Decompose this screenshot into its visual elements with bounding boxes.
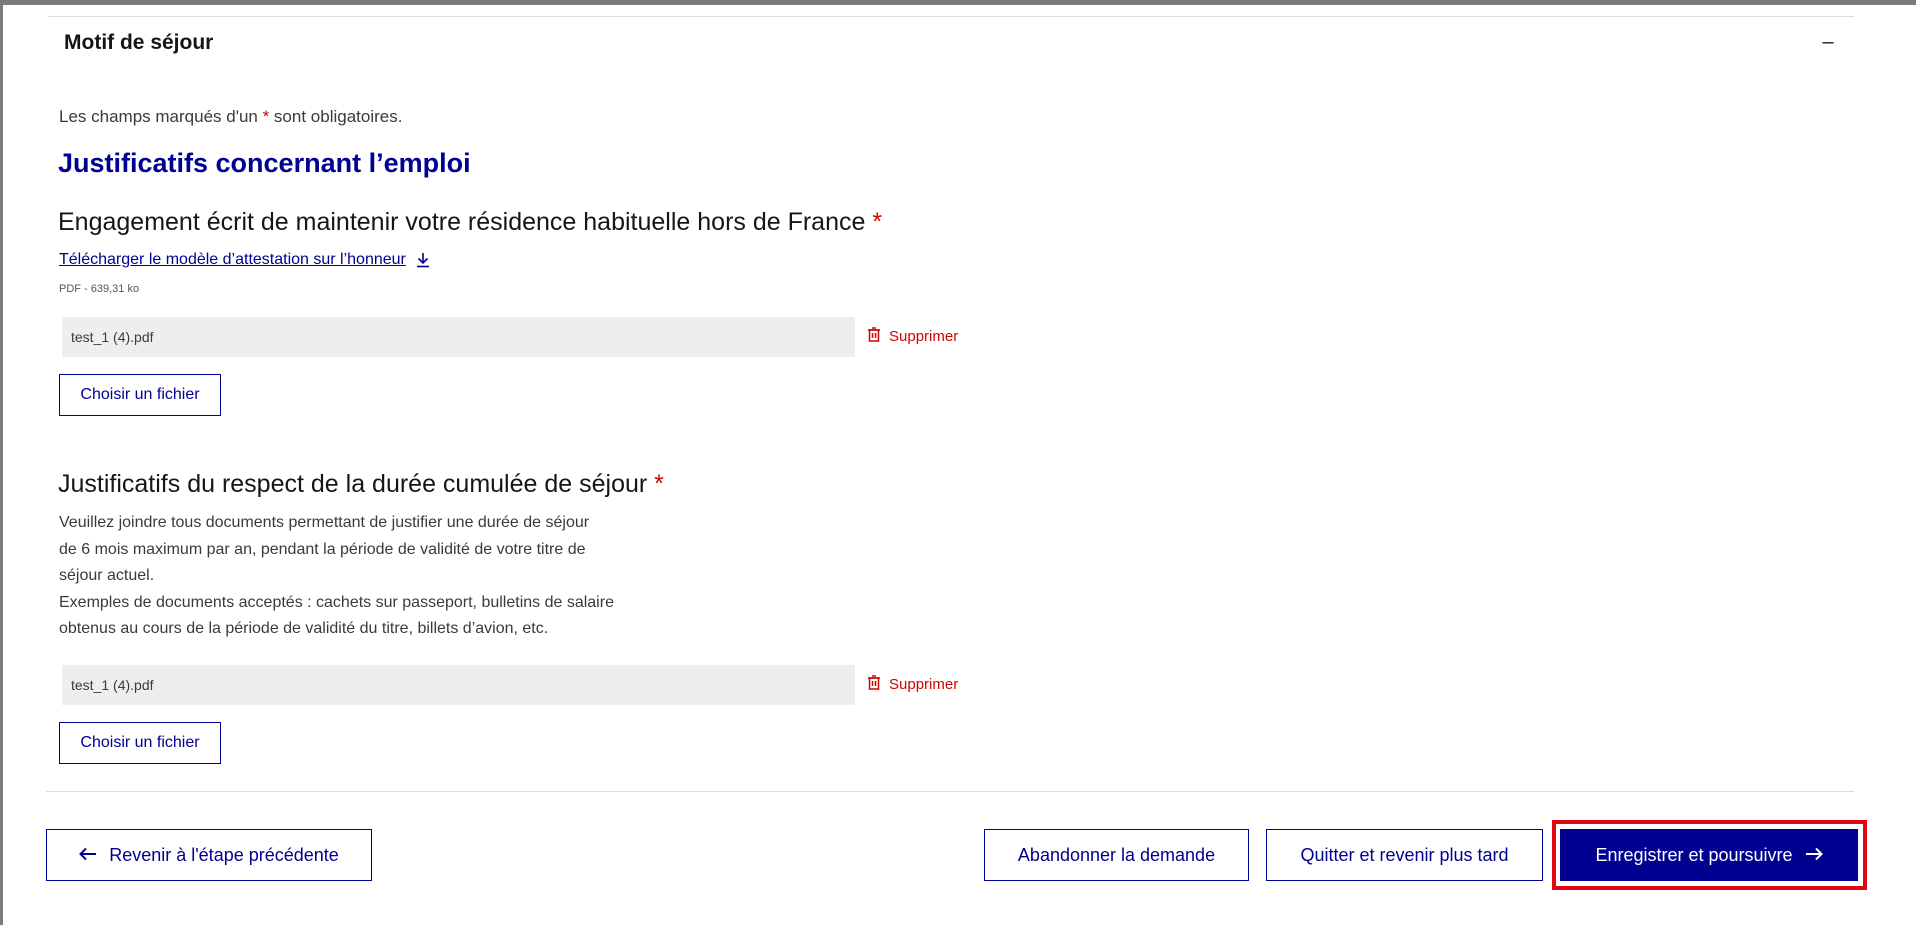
download-icon	[416, 252, 430, 268]
previous-step-button[interactable]: Revenir à l'étape précédente	[46, 829, 372, 881]
delete-file-button[interactable]: Supprimer	[867, 327, 958, 346]
uploaded-file-row: test_1 (4).pdf	[62, 317, 855, 357]
download-template-link[interactable]: Télécharger le modèle d’attestation sur …	[59, 251, 430, 269]
save-continue-button[interactable]: Enregistrer et poursuivre	[1560, 829, 1858, 881]
choose-file-button[interactable]: Choisir un fichier	[59, 374, 221, 416]
uploaded-file-row: test_1 (4).pdf	[62, 665, 855, 705]
footer-divider	[46, 791, 1854, 792]
arrow-right-icon	[1805, 845, 1823, 866]
field-description: Veuillez joindre tous documents permetta…	[59, 514, 614, 637]
abandon-request-button[interactable]: Abandonner la demande	[984, 829, 1249, 881]
file-name: test_1 (4).pdf	[71, 329, 154, 345]
file-name: test_1 (4).pdf	[71, 677, 154, 693]
required-fields-note: Les champs marqués d'un * sont obligatoi…	[59, 107, 403, 126]
required-star: *	[872, 208, 883, 236]
trash-icon	[867, 327, 881, 346]
field-label-engagement: Engagement écrit de maintenir votre rési…	[58, 208, 883, 236]
accordion-header[interactable]: Motif de séjour –	[48, 16, 1854, 68]
accordion-title: Motif de séjour	[64, 30, 214, 54]
collapse-icon[interactable]: –	[1818, 31, 1838, 54]
choose-file-button[interactable]: Choisir un fichier	[59, 722, 221, 764]
window-frame	[0, 0, 1916, 925]
section-heading: Justificatifs concernant l’emploi	[58, 148, 471, 178]
quit-later-button[interactable]: Quitter et revenir plus tard	[1266, 829, 1543, 881]
arrow-left-icon	[79, 845, 97, 866]
required-star: *	[654, 470, 664, 498]
download-file-meta: PDF - 639,31 ko	[59, 283, 140, 295]
delete-file-button[interactable]: Supprimer	[867, 675, 958, 694]
trash-icon	[867, 675, 881, 694]
field-label-duree-cumulee: Justificatifs du respect de la durée cum…	[58, 470, 664, 498]
